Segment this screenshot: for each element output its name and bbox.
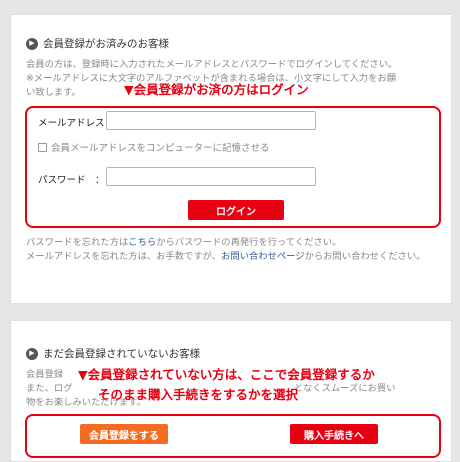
contact-page-link[interactable]: お問い合わせページ [221,251,305,262]
guest-annotation-line1: ▼会員登録されていない方は、ここで会員登録するか [78,367,375,382]
forgot-email-prefix: メールアドレスを忘れた方は、お手数ですが、 [26,251,222,262]
member-section-heading: ▶ 会員登録がお済みのお客様 [26,36,169,51]
remember-email-label: 会員メールアドレスをコンピューターに記憶させる [51,143,270,154]
forgot-password-link[interactable]: こちら [128,237,156,248]
email-label: メールアドレス： [38,118,115,129]
purchase-button[interactable]: 購入手続きへ [290,424,378,444]
forgot-email-suffix: からお問い合わせください。 [304,251,426,262]
remember-email-checkbox[interactable] [38,142,47,152]
chevron-right-icon: ▶ [26,37,38,50]
guest-desc-suffix: となくスムーズにお買い [294,383,396,394]
email-field[interactable] [106,111,316,130]
chevron-right-icon: ▶ [26,347,38,360]
login-button[interactable]: ログイン [188,200,284,220]
guest-annotation-line2: そのまま購入手続きをするかを選択 [98,387,299,402]
forgot-password-text: パスワードを忘れた方はこちらからパスワードの再発行を行ってください。 [26,236,426,250]
password-field[interactable] [106,167,316,186]
guest-desc-prefix: また、ログ [26,383,73,394]
login-annotation: ▼会員登録がお済の方はログイン [124,82,309,97]
guest-section-title: まだ会員登録されていないお客様 [43,348,201,360]
remember-email-option[interactable]: 会員メールアドレスをコンピューターに記憶させる [38,140,270,154]
forgot-email-text: メールアドレスを忘れた方は、お手数ですが、お問い合わせページからお問い合わせくだ… [26,250,426,264]
register-button[interactable]: 会員登録をする [80,424,168,444]
password-label: パスワード ： [38,175,105,186]
forgot-info: パスワードを忘れた方はこちらからパスワードの再発行を行ってください。 メールアド… [26,236,426,264]
description-line: 会員の方は、登録時に入力されたメールアドレスとパスワードでログインしてください。 [26,59,398,70]
forgot-password-suffix: からパスワードの再発行を行ってください。 [156,237,342,248]
member-section-title: 会員登録がお済みのお客様 [43,38,169,50]
guest-section-heading: ▶ まだ会員登録されていないお客様 [26,346,200,361]
forgot-password-prefix: パスワードを忘れた方は [26,237,129,248]
guest-desc-fragment: 会員登録 [26,369,64,380]
